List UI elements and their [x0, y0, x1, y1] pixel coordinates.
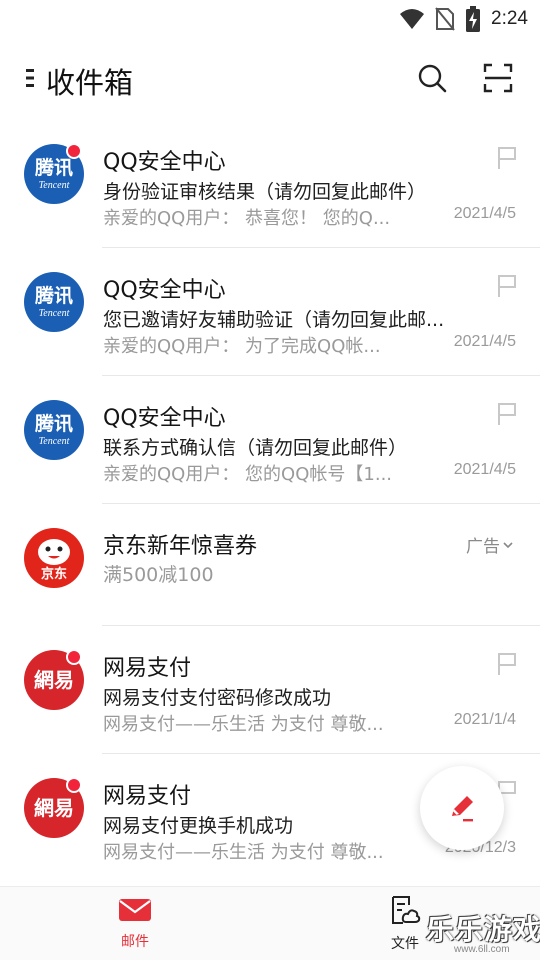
mail-sender: QQ安全中心 [103, 406, 226, 431]
svg-text:Tencent: Tencent [39, 436, 70, 447]
svg-text:腾讯: 腾讯 [34, 156, 73, 179]
search-icon[interactable] [416, 62, 448, 94]
mail-date: 2021/4/5 [453, 205, 516, 222]
flag-icon[interactable] [496, 652, 518, 676]
ad-badge[interactable]: 广告 [466, 532, 514, 557]
mail-preview: 亲爱的QQ用户： 为了完成QQ帐... [103, 336, 381, 357]
unread-dot [66, 143, 82, 159]
watermark: 乐乐游戏 www.6ll.com [426, 908, 540, 960]
svg-text:腾讯: 腾讯 [34, 412, 73, 435]
mail-sender: 网易支付 [103, 784, 192, 809]
svg-text:腾讯: 腾讯 [34, 284, 73, 307]
watermark-text: 乐乐游戏 [426, 913, 540, 946]
mail-date: 2021/4/5 [453, 461, 516, 478]
ad-subtitle: 满500减100 [103, 564, 214, 586]
mail-preview: 亲爱的QQ用户： 恭喜您！ 您的Q... [103, 208, 391, 229]
mail-date: 2021/4/5 [453, 333, 516, 350]
tencent-logo-avatar: 腾讯 Tencent [24, 400, 84, 460]
unread-dot [66, 649, 82, 665]
watermark-url: www.6ll.com [454, 944, 510, 955]
ad-title: 京东新年惊喜券 [103, 534, 258, 559]
no-sim-icon [435, 7, 455, 31]
flag-icon[interactable] [496, 402, 518, 426]
mail-subject: 您已邀请好友辅助验证（请勿回复此邮... [103, 309, 445, 331]
chevron-down-icon [503, 541, 513, 548]
mail-sender: 网易支付 [103, 656, 192, 681]
mail-preview: 网易支付——乐生活 为支付 尊敬... [103, 714, 384, 735]
svg-text:Tencent: Tencent [39, 180, 70, 191]
scan-icon[interactable] [482, 62, 514, 94]
mail-subject: 网易支付支付密码修改成功 [103, 687, 332, 709]
nav-files-label: 文件 [391, 936, 419, 952]
mail-icon [119, 899, 151, 921]
svg-text:Tencent: Tencent [39, 308, 70, 319]
mail-preview: 网易支付——乐生活 为支付 尊敬... [103, 842, 384, 863]
tencent-logo-avatar: 腾讯 Tencent [24, 272, 84, 332]
status-bar: 2:24 [0, 0, 540, 36]
ad-item[interactable]: 京东 京东新年惊喜券 广告 满500减100 [0, 504, 540, 626]
mail-item[interactable]: 腾讯 Tencent QQ安全中心 身份验证审核结果（请勿回复此邮件） 亲爱的Q… [0, 120, 540, 248]
pencil-icon [452, 796, 473, 822]
mail-item[interactable]: 腾讯 Tencent QQ安全中心 联系方式确认信（请勿回复此邮件） 亲爱的QQ… [0, 376, 540, 504]
menu-icon[interactable] [24, 68, 36, 88]
nav-tab-mail[interactable]: 邮件 [110, 897, 160, 951]
mail-sender: QQ安全中心 [103, 278, 226, 303]
mail-date: 2021/1/4 [453, 711, 516, 728]
mail-item[interactable]: 腾讯 Tencent QQ安全中心 您已邀请好友辅助验证（请勿回复此邮... 亲… [0, 248, 540, 376]
nav-mail-label: 邮件 [121, 934, 149, 950]
mail-item[interactable]: 網易 网易支付 网易支付支付密码修改成功 网易支付——乐生活 为支付 尊敬...… [0, 626, 540, 754]
page-title: 收件箱 [46, 66, 134, 100]
svg-text:京东: 京东 [41, 566, 67, 582]
svg-text:網易: 網易 [34, 796, 74, 820]
battery-charging-icon [466, 6, 481, 32]
app-header: 收件箱 [0, 48, 540, 108]
flag-icon[interactable] [496, 274, 518, 298]
ad-badge-label: 广告 [466, 537, 500, 557]
clock-time: 2:24 [491, 8, 528, 29]
mail-subject: 身份验证审核结果（请勿回复此邮件） [103, 181, 427, 203]
unread-dot [66, 777, 82, 793]
mail-sender: QQ安全中心 [103, 150, 226, 175]
nav-tab-files[interactable]: 文件 [380, 895, 430, 953]
wifi-icon [400, 9, 425, 29]
jd-logo-avatar: 京东 [24, 528, 84, 588]
compose-button[interactable] [420, 766, 504, 850]
files-cloud-icon [392, 896, 421, 924]
svg-text:網易: 網易 [34, 668, 74, 692]
flag-icon[interactable] [496, 146, 518, 170]
mail-subject: 联系方式确认信（请勿回复此邮件） [103, 437, 408, 459]
mail-preview: 亲爱的QQ用户： 您的QQ帐号【1... [103, 464, 393, 485]
